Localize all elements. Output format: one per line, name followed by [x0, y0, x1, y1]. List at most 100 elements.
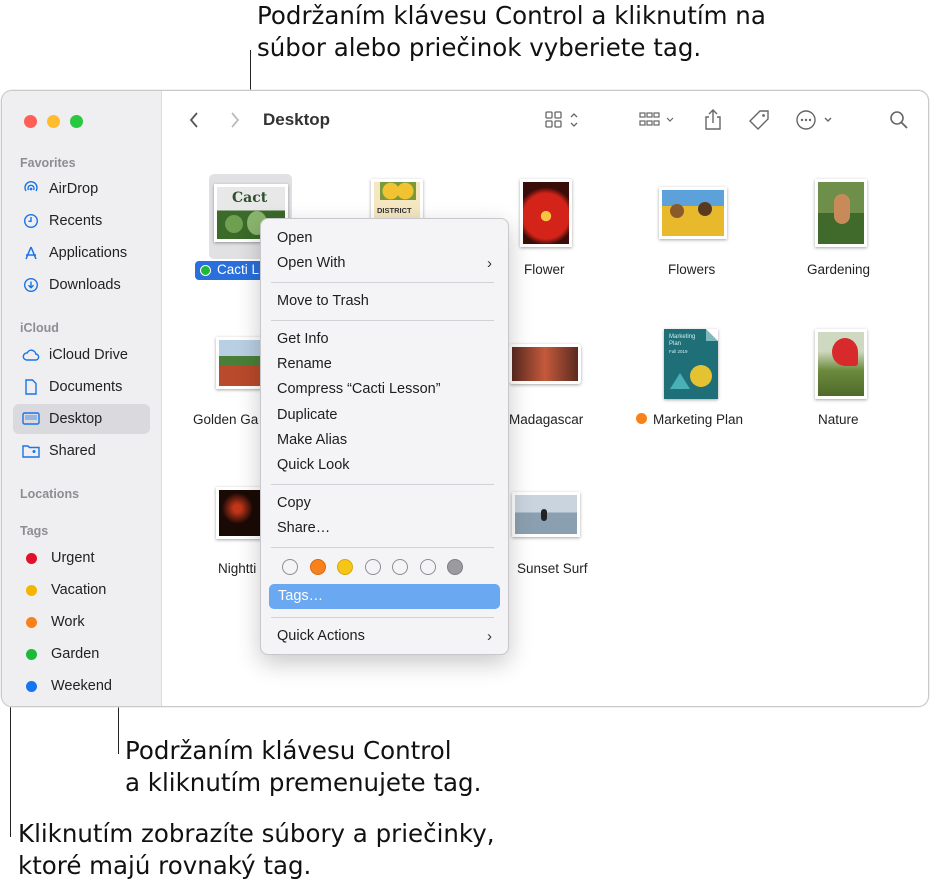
sidebar-tag-vacation[interactable]: Vacation [13, 575, 150, 605]
menu-separator [271, 547, 494, 548]
menu-item-open-with[interactable]: Open With [277, 255, 494, 271]
group-button[interactable] [638, 107, 678, 133]
plant-shape [225, 215, 243, 233]
sidebar-item-desktop[interactable]: Desktop [13, 404, 150, 434]
menu-separator [271, 484, 494, 485]
file-name: Sunset Surf [517, 561, 588, 576]
menu-item-copy[interactable]: Copy [277, 495, 311, 511]
sidebar-item-recents[interactable]: Recents [13, 206, 150, 236]
sidebar-tag-urgent[interactable]: Urgent [13, 543, 150, 573]
callout-text: a kliknutím premenujete tag. [125, 768, 482, 797]
view-mode-button[interactable] [544, 107, 584, 133]
nature-thumbnail [815, 329, 867, 399]
airdrop-icon [21, 181, 41, 197]
file-name: Marketing Plan [653, 412, 744, 427]
menu-item-rename[interactable]: Rename [277, 356, 332, 372]
tag-icon [749, 110, 769, 130]
callout-text: ktoré majú rovnaký tag. [18, 851, 312, 880]
sidebar-item-shared[interactable]: Shared [13, 436, 150, 466]
menu-separator [271, 282, 494, 283]
menu-item-duplicate[interactable]: Duplicate [277, 407, 337, 423]
menu-item-compress[interactable]: Compress “Cacti Lesson” [277, 381, 441, 397]
close-button[interactable] [24, 115, 37, 128]
triangle-shape [670, 373, 690, 389]
chevron-left-icon [189, 112, 198, 128]
tag-color-none-button[interactable] [420, 559, 436, 575]
flower-thumbnail [520, 179, 572, 247]
sidebar-item-icloud-drive[interactable]: iCloud Drive [13, 340, 150, 370]
file-name: Gardening [807, 262, 871, 277]
callout-text: súbor alebo priečinok vyberiete tag. [257, 33, 702, 62]
menu-item-tags[interactable]: Tags… [269, 584, 500, 609]
flowers-thumbnail [659, 187, 727, 239]
file-name: Flowers [668, 262, 716, 277]
minimize-button[interactable] [47, 115, 60, 128]
menu-item-share[interactable]: Share… [277, 520, 330, 536]
sidebar-header-favorites: Favorites [20, 156, 76, 170]
blue-tag-dot [26, 680, 37, 692]
person-shape [541, 509, 547, 521]
tag-color-none-button[interactable] [282, 559, 298, 575]
menu-separator [271, 320, 494, 321]
zoom-button[interactable] [70, 115, 83, 128]
tag-color-orange-button[interactable] [310, 559, 326, 575]
sidebar-item-label: Documents [49, 379, 123, 395]
page-curl [706, 329, 718, 341]
sidebar-tag-garden[interactable]: Garden [13, 639, 150, 669]
thumbnail-text: Marketing Plan [669, 334, 696, 347]
lemons-shape [380, 182, 416, 200]
tag-color-none-button[interactable] [365, 559, 381, 575]
forward-button[interactable] [229, 107, 241, 133]
sidebar-item-label: Work [51, 614, 85, 630]
sidebar-item-label: Vacation [51, 582, 107, 598]
sidebar-item-label: Downloads [49, 277, 121, 293]
tag-color-gray-button[interactable] [447, 559, 463, 575]
search-icon [890, 111, 908, 129]
desktop-icon [21, 412, 41, 426]
menu-item-make-alias[interactable]: Make Alias [277, 432, 347, 448]
file-name: Golden Ga [193, 412, 259, 427]
action-menu-button[interactable] [795, 107, 839, 133]
document-icon [21, 379, 41, 395]
menu-item-open[interactable]: Open [277, 230, 312, 246]
sidebar-item-label: Applications [49, 245, 128, 261]
back-button[interactable] [188, 107, 200, 133]
sidebar-item-airdrop[interactable]: AirDrop [13, 174, 150, 204]
green-tag-dot [200, 265, 211, 276]
search-button[interactable] [889, 107, 909, 133]
context-menu: Open Open With › Move to Trash Get Info … [260, 218, 509, 655]
file-name: Flower [524, 262, 565, 277]
marketing-plan-thumbnail: Marketing Plan Fall 2019 [664, 329, 718, 399]
menu-separator [271, 617, 494, 618]
share-button[interactable] [703, 107, 723, 133]
district-thumbnail: DISTRICT [371, 179, 423, 221]
sidebar-tag-weekend[interactable]: Weekend [13, 671, 150, 701]
sidebar-item-downloads[interactable]: Downloads [13, 270, 150, 300]
person-shape [834, 194, 850, 224]
callout-rename-tag: Podržaním klávesu Control a kliknutím pr… [125, 735, 481, 799]
menu-item-quick-actions[interactable]: Quick Actions [277, 628, 365, 644]
sidebar-item-documents[interactable]: Documents [13, 372, 150, 402]
group-icon [639, 112, 674, 126]
menu-item-move-to-trash[interactable]: Move to Trash [277, 293, 369, 309]
thumbnail-text: Cact [232, 190, 268, 206]
red-tag-dot [26, 552, 37, 564]
clock-icon [21, 213, 41, 229]
tag-button[interactable] [748, 107, 770, 133]
grid-view-icon [545, 111, 578, 128]
chevron-right-icon: › [487, 255, 492, 272]
file-name: Madagascar [509, 412, 584, 427]
file-name: Nightti [218, 561, 257, 576]
menu-item-quick-look[interactable]: Quick Look [277, 457, 350, 473]
toolbar: Desktop [162, 91, 928, 151]
menu-item-get-info[interactable]: Get Info [277, 331, 329, 347]
sidebar: Favorites AirDrop Recents Applications D… [2, 91, 162, 706]
file-name: Nature [818, 412, 859, 427]
person-shape [698, 202, 712, 216]
green-tag-dot [26, 648, 37, 660]
tag-color-none-button[interactable] [392, 559, 408, 575]
tag-color-yellow-button[interactable] [337, 559, 353, 575]
sidebar-item-applications[interactable]: Applications [13, 238, 150, 268]
more-icon [796, 110, 832, 130]
sidebar-tag-work[interactable]: Work [13, 607, 150, 637]
